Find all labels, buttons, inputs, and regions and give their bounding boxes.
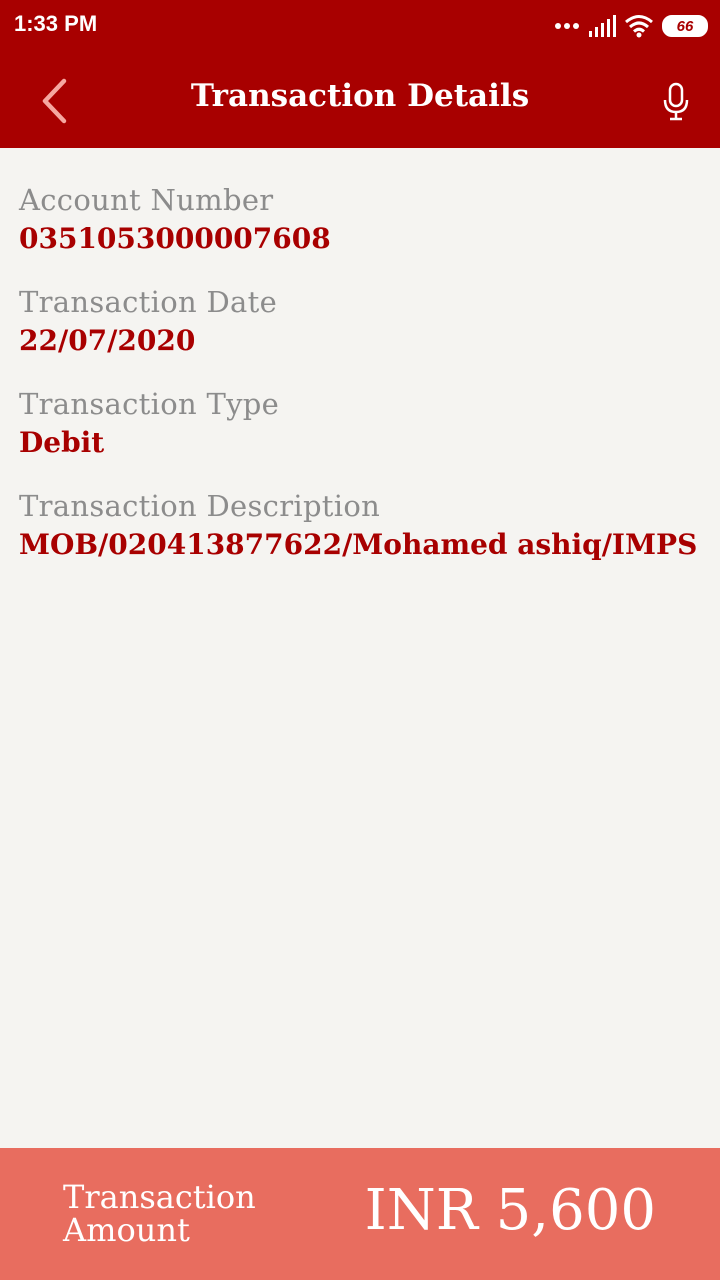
- wifi-icon: [625, 15, 653, 38]
- app-bar: Transaction Details: [0, 52, 720, 148]
- transaction-amount-value: INR 5,600: [364, 1178, 656, 1243]
- account-number-field: Account Number 0351053000007608: [19, 180, 709, 258]
- transaction-type-value: Debit: [19, 426, 105, 459]
- status-icons: 66: [554, 10, 708, 42]
- battery-level: 66: [676, 17, 694, 35]
- microphone-icon: [663, 82, 689, 121]
- status-bar: 1:33 PM 66: [0, 0, 720, 52]
- transaction-date-field: Transaction Date 22/07/2020: [19, 282, 709, 360]
- transaction-description-label: Transaction Description: [19, 489, 381, 523]
- transaction-amount-bar: Transaction Amount INR 5,600: [0, 1148, 720, 1280]
- dots-icon: [555, 23, 579, 29]
- account-number-value: 0351053000007608: [19, 222, 331, 255]
- account-number-label: Account Number: [19, 183, 274, 217]
- transaction-date-value: 22/07/2020: [19, 324, 196, 357]
- transaction-type-label: Transaction Type: [19, 387, 280, 421]
- transaction-amount-label: Transaction Amount: [63, 1178, 256, 1249]
- app-header: 1:33 PM 66 Transaction Details: [0, 0, 720, 148]
- mic-button[interactable]: [658, 80, 694, 124]
- transaction-date-label: Transaction Date: [19, 285, 278, 319]
- transaction-description-field: Transaction Description MOB/020413877622…: [19, 486, 709, 564]
- battery-icon: 66: [662, 15, 708, 37]
- status-time: 1:33 PM: [14, 11, 98, 36]
- signal-icon: [589, 15, 616, 37]
- transaction-details: Account Number 0351053000007608 Transact…: [19, 180, 709, 588]
- page-title: Transaction Details: [190, 78, 530, 114]
- transaction-description-value: MOB/020413877622/Mohamed ashiq/IMPS: [19, 528, 698, 561]
- transaction-type-field: Transaction Type Debit: [19, 384, 709, 462]
